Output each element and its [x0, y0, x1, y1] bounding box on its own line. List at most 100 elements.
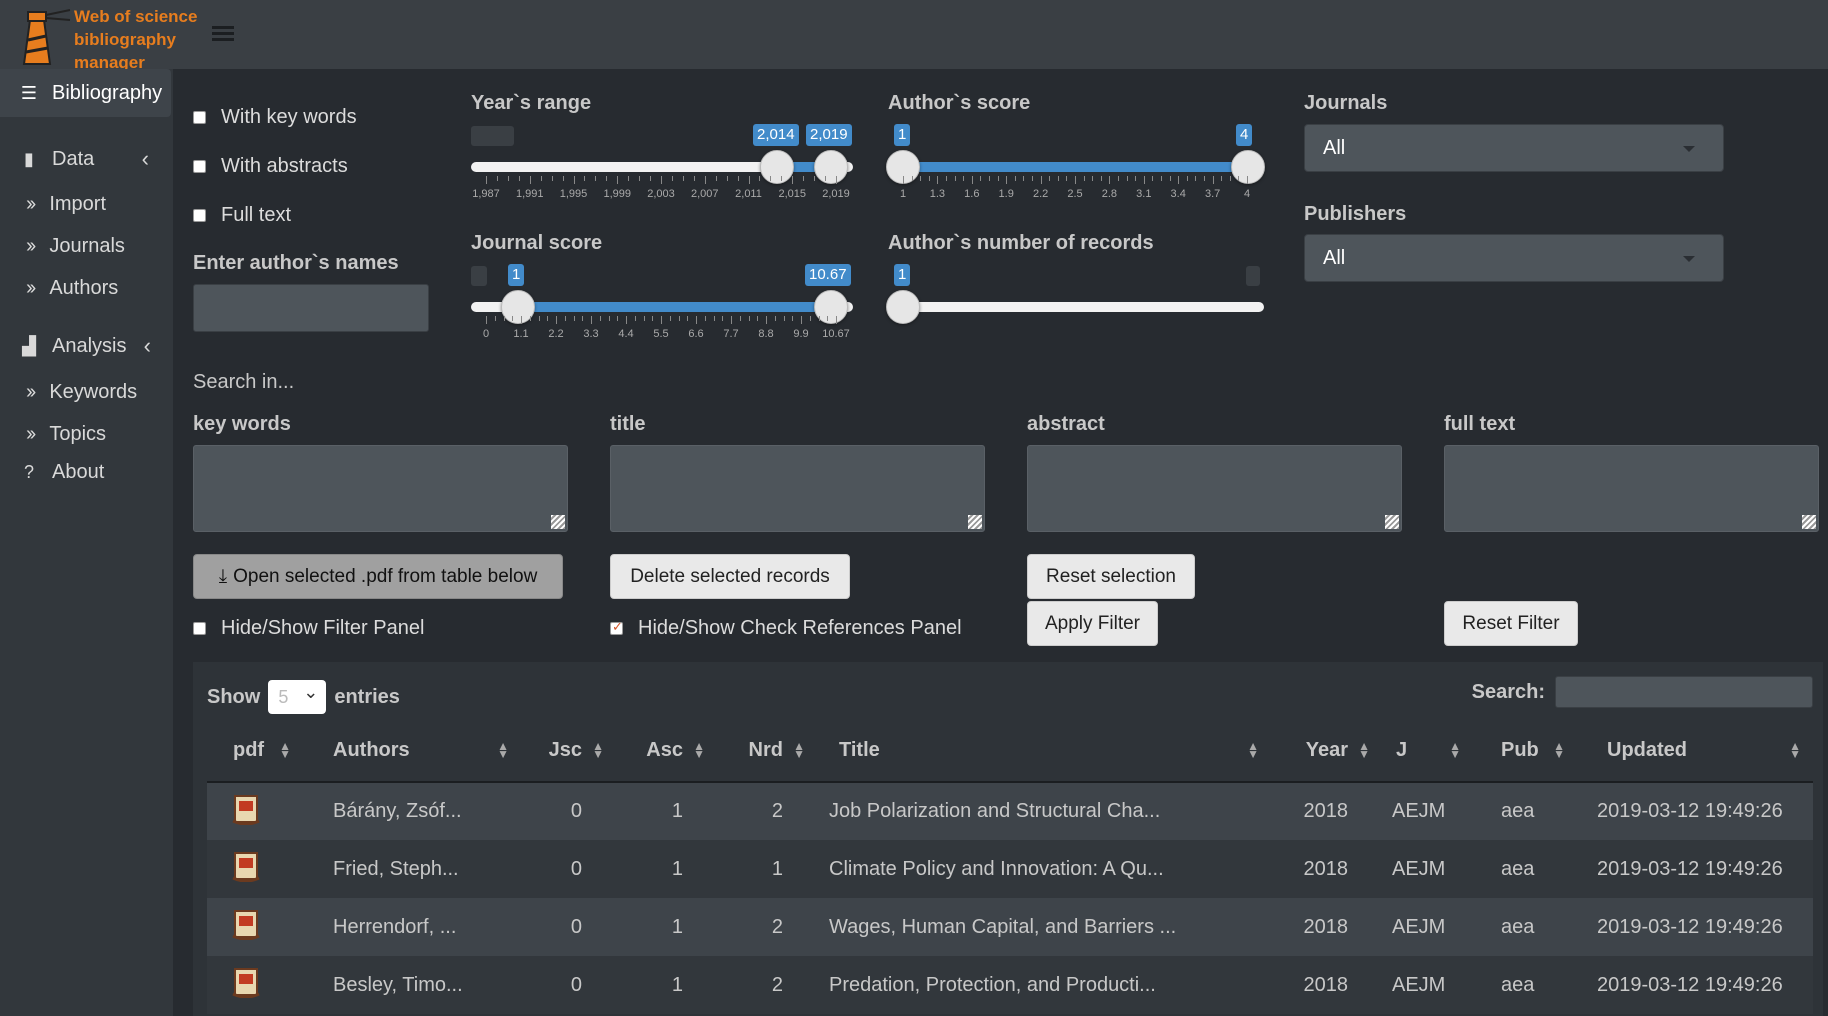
checkbox-box[interactable] [193, 209, 206, 222]
publisher-cell: aea [1473, 840, 1577, 898]
apply-filter-button[interactable]: Apply Filter [1027, 601, 1158, 646]
column-label: J [1396, 739, 1408, 761]
table-row[interactable]: Herrendorf, ... 0 1 2 Wages, Human Capital, … [207, 898, 1813, 956]
hide-filter-panel-checkbox[interactable]: Hide/Show Filter Panel [193, 617, 424, 640]
slider-tick-label: 0 [482, 328, 490, 340]
table-search-input[interactable] [1555, 676, 1813, 708]
double-chevron-icon: ›› [26, 380, 36, 403]
year-range-slider[interactable]: 2,014 2,019 1,987 1,991 1,995 1,999 2,003 2,0… [471, 122, 853, 202]
sidebar-item-topics[interactable]: ›› Topics [26, 416, 106, 452]
title-textarea[interactable] [610, 445, 985, 532]
pdf-icon[interactable] [231, 793, 261, 825]
with-keywords-checkbox[interactable]: With key words [193, 106, 357, 129]
slider-tick-label: 1.6 [964, 188, 980, 200]
author-score-label: Author`s score [888, 92, 1031, 114]
fulltext-search-label: full text [1444, 413, 1516, 435]
authors-cell: Herrendorf, ... [303, 898, 521, 956]
author-records-slider[interactable]: 1 [886, 262, 1264, 324]
table-row[interactable]: Bárány, Zsóf... 0 1 2 Job Polarization and S… [207, 782, 1813, 840]
open-pdf-button[interactable]: ⤓ Open selected .pdf from table below [193, 554, 563, 599]
sidebar-item-analysis[interactable]: ▟ Analysis ‹ [0, 326, 173, 366]
double-chevron-icon: ›› [26, 276, 36, 299]
sidebar-item-about[interactable]: ? About [0, 452, 173, 492]
slider-tick-label: 5.5 [653, 328, 669, 340]
pdf-cell[interactable] [207, 956, 303, 1014]
column-header-updated[interactable]: Updated ▲ ▼ [1577, 720, 1813, 783]
sidebar-item-bibliography[interactable]: ☰ Bibliography [0, 69, 171, 117]
table-search: Search: [1472, 676, 1813, 708]
pdf-cell[interactable] [207, 840, 303, 898]
checkbox-box[interactable] [610, 619, 623, 635]
sidebar: ☰ Bibliography ▮ Data ‹ ›› Import ›› Jou… [0, 69, 173, 1016]
column-header-authors[interactable]: Authors ▲ ▼ [303, 720, 521, 783]
author-names-label: Enter author`s names [193, 252, 399, 274]
authors-cell: Bárány, Zsóf... [303, 782, 521, 840]
column-header-nrd[interactable]: Nrd ▲ ▼ [717, 720, 817, 783]
column-header-year[interactable]: Year ▲ ▼ [1271, 720, 1382, 783]
column-header-asc[interactable]: Asc ▲ ▼ [616, 720, 717, 783]
column-header-pdf[interactable]: pdf ▲ ▼ [207, 720, 303, 783]
nrd-cell: 1 [717, 840, 817, 898]
slider-handle[interactable] [886, 290, 920, 324]
column-header-title[interactable]: Title ▲ ▼ [817, 720, 1271, 783]
journals-select[interactable]: All [1304, 124, 1724, 172]
hide-check-refs-checkbox[interactable]: Hide/Show Check References Panel [610, 617, 962, 640]
table-row[interactable]: Besley, Timo... 0 1 2 Predation, Protection,… [207, 956, 1813, 1014]
checkbox-box[interactable] [193, 160, 206, 173]
journals-label: Journals [1304, 92, 1388, 114]
reset-filter-button[interactable]: Reset Filter [1444, 601, 1578, 646]
slider-tick-label: 1.9 [998, 188, 1014, 200]
slider-tick-label: 1,995 [559, 188, 588, 200]
asc-cell: 1 [616, 840, 717, 898]
table-row[interactable]: Fried, Steph... 0 1 1 Climate Policy and Inn… [207, 840, 1813, 898]
full-text-checkbox[interactable]: Full text [193, 204, 291, 227]
sort-icon: ▲ ▼ [1449, 739, 1461, 761]
reset-selection-button[interactable]: Reset selection [1027, 554, 1195, 599]
sidebar-item-authors[interactable]: ›› Authors [26, 270, 118, 306]
resize-grip-icon[interactable] [551, 515, 565, 529]
pdf-cell[interactable] [207, 782, 303, 840]
sidebar-item-import[interactable]: ›› Import [26, 186, 106, 222]
checkbox-box[interactable] [193, 622, 206, 635]
journal-cell: AEJM [1382, 956, 1473, 1014]
sidebar-toggle-icon[interactable] [212, 26, 234, 44]
slider-tick-label: 3.4 [1170, 188, 1186, 200]
author-score-slider[interactable]: 1 4 1 1.3 1.6 1.9 2.2 2.5 2.8 3.1 3.4 3.7 4 [886, 122, 1265, 202]
resize-grip-icon[interactable] [1802, 515, 1816, 529]
slider-tick-label: 1.3 [929, 188, 946, 200]
sidebar-item-keywords[interactable]: ›› Keywords [26, 374, 137, 410]
publisher-cell: aea [1473, 956, 1577, 1014]
book-icon: ▮ [24, 148, 34, 169]
author-names-input[interactable] [193, 284, 429, 332]
slider-track [888, 302, 1264, 312]
column-header-journal[interactable]: J ▲ ▼ [1382, 720, 1473, 783]
abstract-search-label: abstract [1027, 413, 1105, 435]
pdf-icon[interactable] [231, 966, 261, 999]
column-label: Authors [333, 739, 410, 761]
pdf-cell[interactable] [207, 898, 303, 956]
column-header-jsc[interactable]: Jsc ▲ ▼ [521, 720, 616, 783]
slider-tick-label: 3.1 [1136, 188, 1152, 200]
slider-tick-label: 10.67 [822, 328, 850, 340]
checkbox-label: With abstracts [221, 155, 348, 177]
resize-grip-icon[interactable] [968, 515, 982, 529]
fulltext-textarea[interactable] [1444, 445, 1819, 532]
column-header-publisher[interactable]: Pub ▲ ▼ [1473, 720, 1577, 783]
sidebar-item-data[interactable]: ▮ Data ‹ [0, 139, 173, 179]
sidebar-item-journals[interactable]: ›› Journals [26, 228, 125, 264]
keywords-textarea[interactable] [193, 445, 568, 532]
delete-records-button[interactable]: Delete selected records [610, 554, 850, 599]
pdf-icon[interactable] [231, 850, 261, 883]
page-length-select[interactable]: 5 [268, 680, 327, 714]
resize-grip-icon[interactable] [1385, 515, 1399, 529]
slider-from-value: 1 [894, 264, 911, 286]
abstract-textarea[interactable] [1027, 445, 1402, 532]
with-abstracts-checkbox[interactable]: With abstracts [193, 155, 348, 178]
journal-score-slider[interactable]: 1 10.67 0 1.1 2.2 3.3 4.4 5.5 6.6 7.7 8.8 9.9 10.6… [471, 262, 853, 342]
pdf-icon[interactable] [231, 908, 261, 941]
checkbox-box[interactable] [193, 111, 206, 124]
publishers-select[interactable]: All [1304, 234, 1724, 282]
slider-tick-label: 1 [899, 188, 907, 200]
sort-icon: ▲ ▼ [793, 739, 805, 761]
jsc-cell: 0 [521, 840, 616, 898]
